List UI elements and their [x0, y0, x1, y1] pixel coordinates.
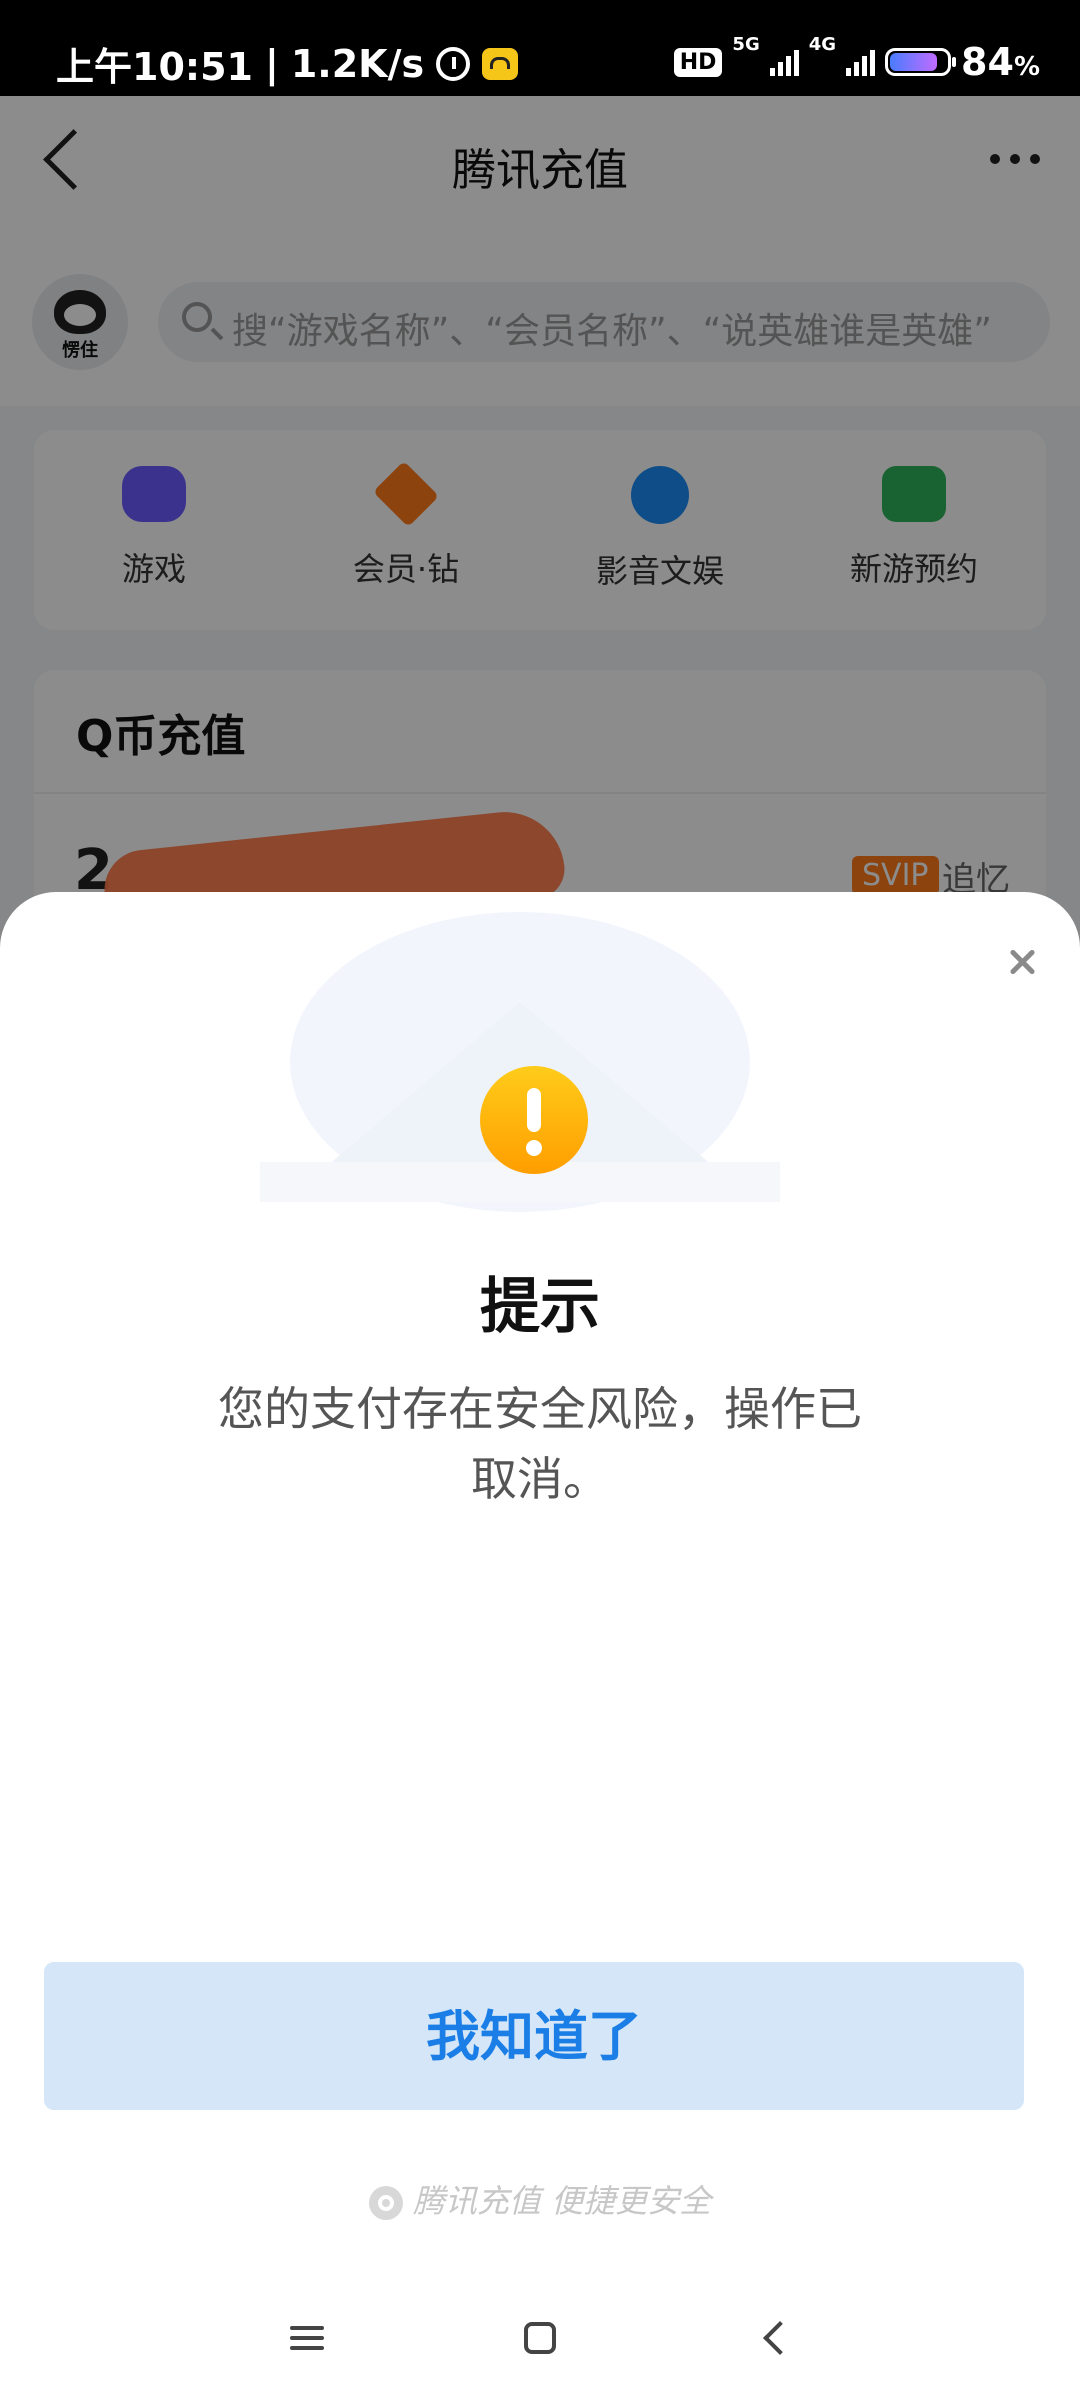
acknowledge-button[interactable]: 我知道了	[44, 1962, 1024, 2110]
battery-percent: 84%	[961, 40, 1040, 84]
status-speed: 1.2K/s	[290, 41, 425, 86]
dialog-footer: 腾讯充值 便捷更安全	[0, 2176, 1080, 2222]
status-separator: |	[264, 41, 279, 86]
battery-unit: %	[1013, 52, 1040, 82]
alarm-icon	[436, 46, 471, 81]
battery-icon	[885, 48, 957, 76]
tencent-recharge-logo-icon	[368, 2186, 403, 2220]
battery-value: 84	[961, 40, 1014, 84]
dialog-title: 提示	[480, 1272, 600, 1342]
home-icon[interactable]	[524, 2322, 556, 2354]
status-time: 上午10:51	[56, 45, 253, 89]
footer-slogan: 腾讯充值 便捷更安全	[412, 2182, 712, 2220]
status-right: HD 5G 4G 84%	[673, 36, 1040, 84]
signal-4g-icon	[846, 48, 876, 76]
close-icon[interactable]	[1004, 944, 1040, 980]
warning-icon	[480, 1066, 588, 1174]
nav-back-icon[interactable]	[763, 2321, 797, 2355]
hd-voice-icon: HD	[673, 47, 723, 77]
network-4g-label: 4G	[808, 34, 837, 55]
status-bar: 上午10:51 | 1.2K/s HD 5G 4G 84%	[0, 0, 1080, 96]
alert-dialog: 提示 您的支付存在安全风险，操作已取消。 我知道了 腾讯充值 便捷更安全	[0, 892, 1080, 2400]
recent-apps-icon[interactable]	[290, 2326, 324, 2356]
app-notification-icon	[482, 47, 519, 80]
dialog-message: 您的支付存在安全风险，操作已取消。	[218, 1382, 862, 1506]
system-nav-bar	[0, 2270, 1080, 2400]
network-5g-label: 5G	[732, 34, 760, 55]
status-left: 上午10:51 | 1.2K/s	[56, 36, 519, 91]
signal-5g-icon	[769, 48, 799, 76]
